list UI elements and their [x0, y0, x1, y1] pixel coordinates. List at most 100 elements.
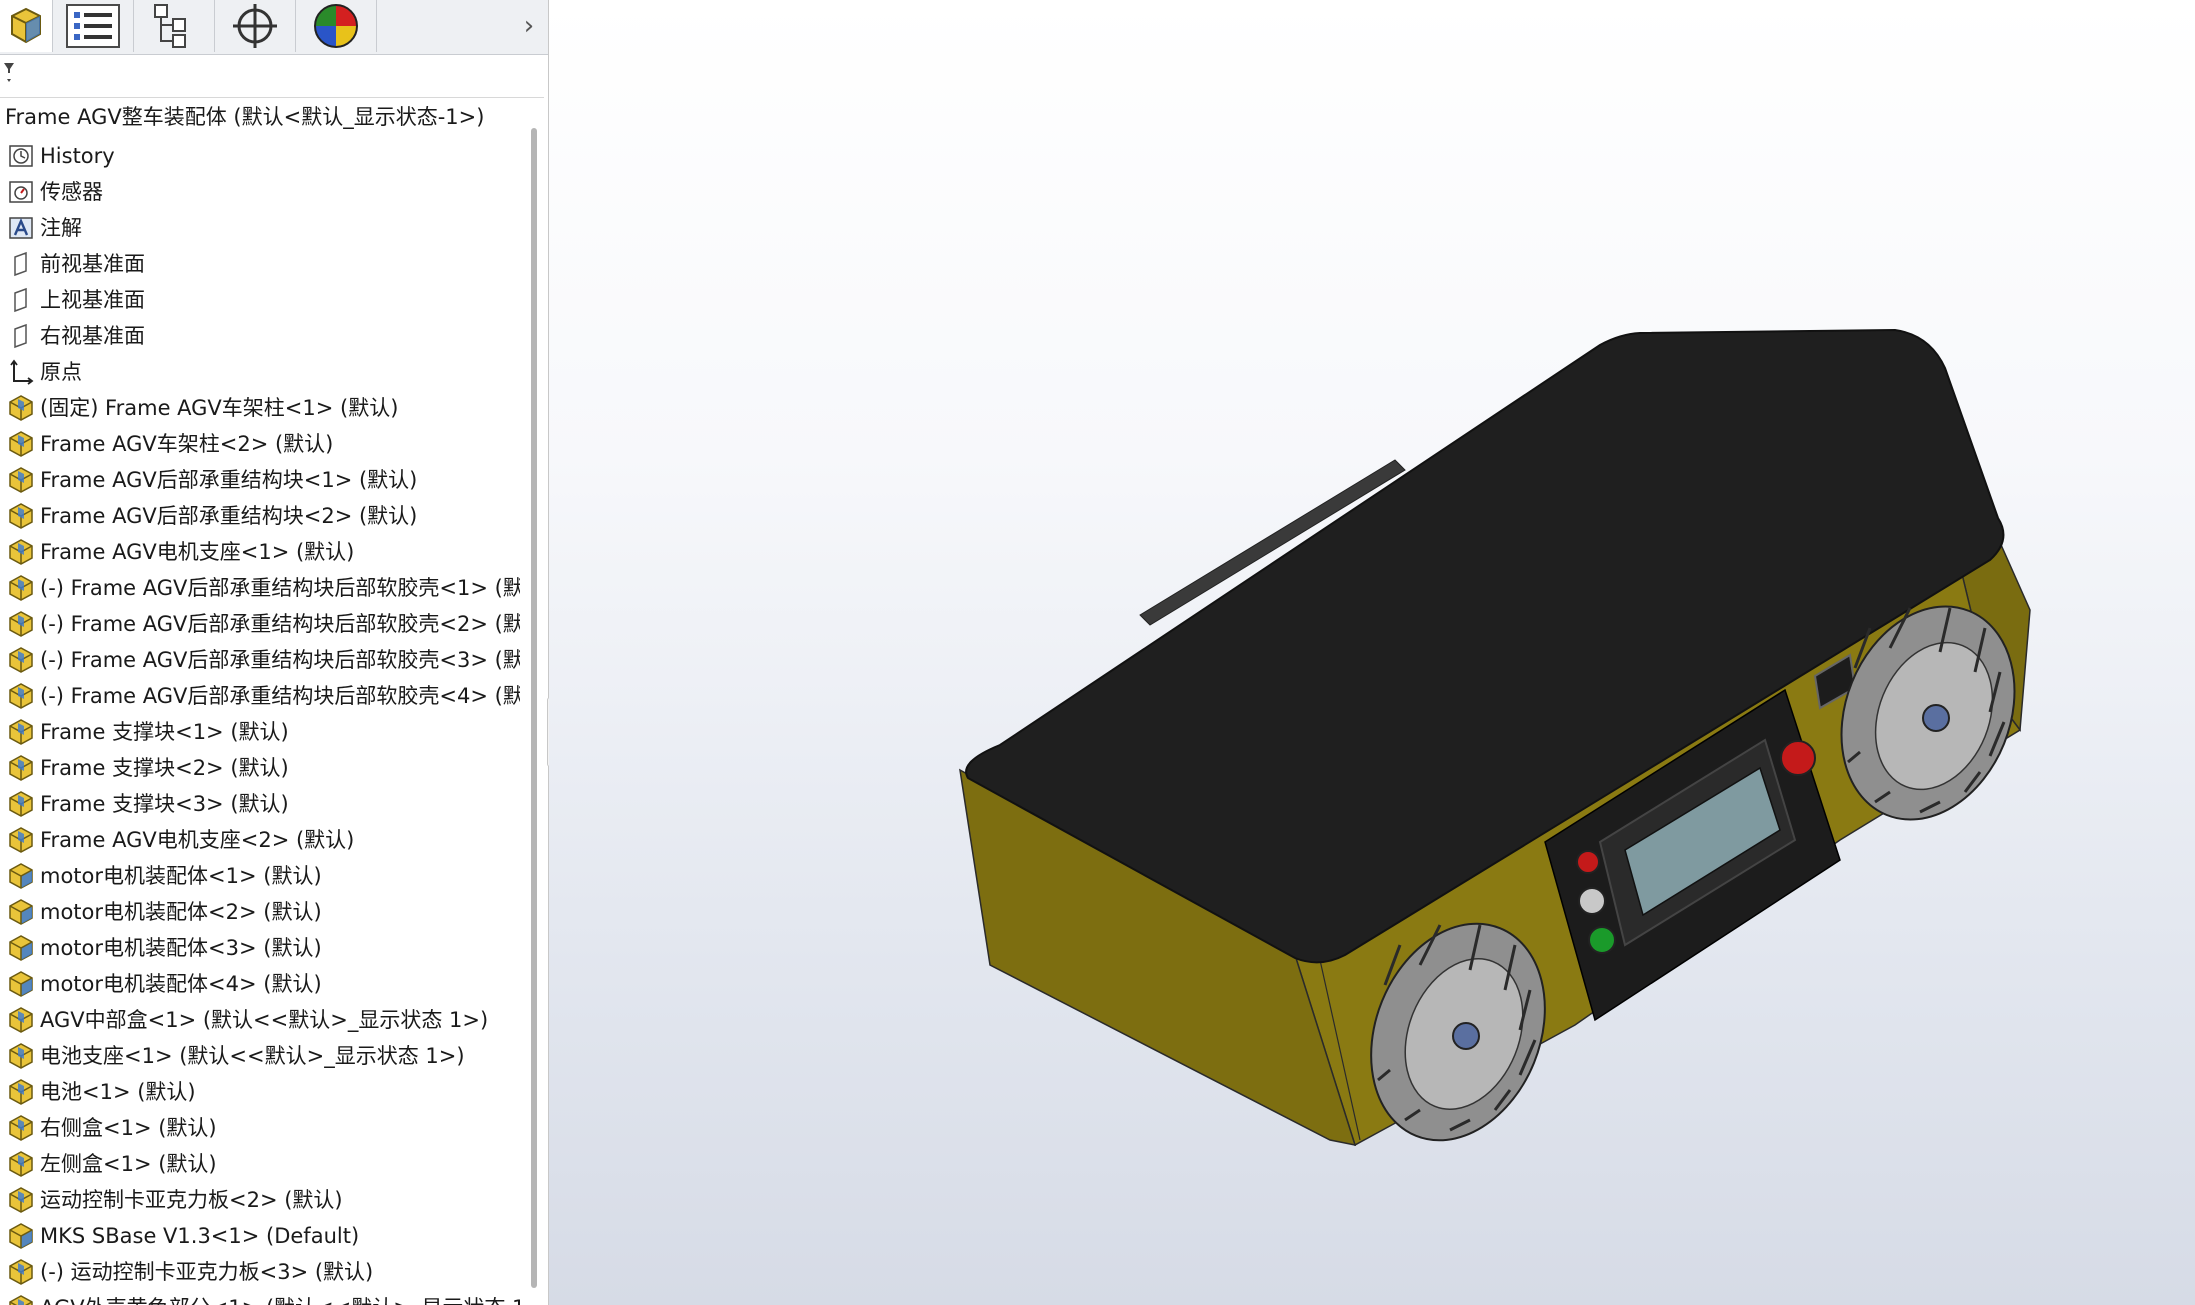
tree-item[interactable]: 右侧盒<1> (默认)	[0, 1110, 520, 1146]
tree-item[interactable]: motor电机装配体<3> (默认)	[0, 930, 520, 966]
part-icon	[6, 609, 36, 639]
tree-item[interactable]: (固定) Frame AGV车架柱<1> (默认)	[0, 390, 520, 426]
history-icon	[6, 141, 36, 171]
tab-configuration-manager[interactable]	[134, 0, 215, 52]
tree-item-label: 传感器	[40, 180, 103, 204]
tree-item-label: 左侧盒<1> (默认)	[40, 1152, 217, 1176]
assembly-icon	[6, 1221, 36, 1251]
part-icon	[6, 681, 36, 711]
feature-tree[interactable]: Frame AGV整车装配体 (默认<默认_显示状态-1>) History 传感…	[0, 98, 520, 1305]
part-icon	[6, 645, 36, 675]
tree-item-label: Frame 支撑块<3> (默认)	[40, 792, 289, 816]
part-icon	[6, 537, 36, 567]
tree-item[interactable]: Frame AGV后部承重结构块<2> (默认)	[0, 498, 520, 534]
tree-item[interactable]: 注解	[0, 210, 520, 246]
tree-item-label: Frame AGV后部承重结构块<2> (默认)	[40, 504, 418, 528]
tree-item[interactable]: Frame 支撑块<2> (默认)	[0, 750, 520, 786]
more-tabs-arrow[interactable]: ›	[514, 8, 544, 44]
tree-item-label: 电池<1> (默认)	[40, 1080, 196, 1104]
tree-item[interactable]: Frame 支撑块<3> (默认)	[0, 786, 520, 822]
tree-item[interactable]: Frame 支撑块<1> (默认)	[0, 714, 520, 750]
tree-item-label: Frame 支撑块<1> (默认)	[40, 720, 289, 744]
tree-item[interactable]: AGV中部盒<1> (默认<<默认>_显示状态 1>)	[0, 1002, 520, 1038]
assembly-icon	[6, 861, 36, 891]
tree-item[interactable]: (-) Frame AGV后部承重结构块后部软胶壳<4> (默认	[0, 678, 520, 714]
tree-item-label: Frame AGV后部承重结构块<1> (默认)	[40, 468, 418, 492]
sensor-icon	[6, 177, 36, 207]
tree-item[interactable]: 右视基准面	[0, 318, 520, 354]
part-icon	[6, 429, 36, 459]
configuration-manager-icon	[154, 4, 186, 48]
part-icon	[6, 1113, 36, 1143]
part-icon	[6, 789, 36, 819]
tree-item-label: MKS SBase V1.3<1> (Default)	[40, 1224, 360, 1248]
tree-item-label: Frame 支撑块<2> (默认)	[40, 756, 289, 780]
tree-item-label: (-) Frame AGV后部承重结构块后部软胶壳<4> (默认	[40, 684, 520, 708]
part-icon	[6, 573, 36, 603]
tree-item-label: 原点	[40, 360, 82, 384]
tab-dimxpert-manager[interactable]	[215, 0, 296, 52]
tree-item-label: (-) 运动控制卡亚克力板<3> (默认)	[40, 1260, 374, 1284]
part-icon	[6, 1293, 36, 1305]
tree-item-label: Frame AGV电机支座<2> (默认)	[40, 828, 355, 852]
feature-manager-panel: › Frame AGV整车装配体 (默认<默认_显示状态-1>) History…	[0, 0, 549, 1305]
tree-item[interactable]: Frame AGV车架柱<2> (默认)	[0, 426, 520, 462]
plane-icon	[6, 321, 36, 351]
agv-assembly-model[interactable]	[549, 0, 2195, 1305]
tree-item[interactable]: 电池支座<1> (默认<<默认>_显示状态 1>)	[0, 1038, 520, 1074]
tree-item[interactable]: 原点	[0, 354, 520, 390]
tree-item[interactable]: 运动控制卡亚克力板<2> (默认)	[0, 1182, 520, 1218]
tree-root-assembly[interactable]: Frame AGV整车装配体 (默认<默认_显示状态-1>)	[5, 102, 484, 132]
tab-display-manager[interactable]	[296, 0, 377, 52]
tree-item-label: 上视基准面	[40, 288, 145, 312]
graphics-viewport[interactable]	[549, 0, 2195, 1305]
part-icon	[6, 393, 36, 423]
tree-item[interactable]: 前视基准面	[0, 246, 520, 282]
tree-item[interactable]: Frame AGV电机支座<1> (默认)	[0, 534, 520, 570]
tree-item[interactable]: History	[0, 138, 520, 174]
tree-item[interactable]: Frame AGV后部承重结构块<1> (默认)	[0, 462, 520, 498]
part-icon	[6, 501, 36, 531]
tree-item[interactable]: 上视基准面	[0, 282, 520, 318]
emergency-stop-button	[1576, 850, 1600, 874]
tree-item[interactable]: 传感器	[0, 174, 520, 210]
tree-item-label: History	[40, 144, 115, 168]
tab-feature-manager[interactable]	[0, 0, 53, 52]
tree-item-label: (-) Frame AGV后部承重结构块后部软胶壳<1> (默认	[40, 576, 520, 600]
tree-item[interactable]: AGV外壳黄色部分<1> (默认<<默认>_显示状态 1>	[0, 1290, 520, 1305]
tree-item[interactable]: Frame AGV电机支座<2> (默认)	[0, 822, 520, 858]
filter-bar[interactable]	[0, 55, 544, 98]
part-icon	[6, 465, 36, 495]
tree-item-label: AGV中部盒<1> (默认<<默认>_显示状态 1>)	[40, 1008, 489, 1032]
tree-item[interactable]: MKS SBase V1.3<1> (Default)	[0, 1218, 520, 1254]
tree-item[interactable]: 左侧盒<1> (默认)	[0, 1146, 520, 1182]
part-icon	[6, 1185, 36, 1215]
display-manager-icon	[314, 4, 358, 48]
part-icon	[6, 717, 36, 747]
plane-icon	[6, 249, 36, 279]
tree-item-label: 运动控制卡亚克力板<2> (默认)	[40, 1188, 343, 1212]
part-icon	[6, 1257, 36, 1287]
tree-item[interactable]: (-) Frame AGV后部承重结构块后部软胶壳<2> (默认	[0, 606, 520, 642]
tree-item[interactable]: (-) Frame AGV后部承重结构块后部软胶壳<1> (默认	[0, 570, 520, 606]
tree-item[interactable]: motor电机装配体<1> (默认)	[0, 858, 520, 894]
filter-icon[interactable]	[2, 61, 16, 87]
tree-items: History 传感器注解 前视基准面上视基准面右视基准面原点 (固定) Frame …	[0, 138, 520, 1305]
part-icon	[6, 1005, 36, 1035]
tree-item[interactable]: (-) Frame AGV后部承重结构块后部软胶壳<3> (默认	[0, 642, 520, 678]
tab-property-manager[interactable]	[53, 0, 134, 52]
tree-item[interactable]: motor电机装配体<2> (默认)	[0, 894, 520, 930]
origin-icon	[6, 357, 36, 387]
tree-item-label: (-) Frame AGV后部承重结构块后部软胶壳<3> (默认	[40, 648, 520, 672]
tree-scrollbar-thumb[interactable]	[531, 128, 537, 1288]
tree-item[interactable]: (-) 运动控制卡亚克力板<3> (默认)	[0, 1254, 520, 1290]
tree-item-label: 右侧盒<1> (默认)	[40, 1116, 217, 1140]
tree-item-label: (-) Frame AGV后部承重结构块后部软胶壳<2> (默认	[40, 612, 520, 636]
part-icon	[6, 1077, 36, 1107]
part-icon	[6, 1041, 36, 1071]
tree-item-label: 电池支座<1> (默认<<默认>_显示状态 1>)	[40, 1044, 465, 1068]
tree-item[interactable]: 电池<1> (默认)	[0, 1074, 520, 1110]
panel-tab-bar: ›	[0, 0, 548, 55]
part-icon	[6, 753, 36, 783]
tree-item[interactable]: motor电机装配体<4> (默认)	[0, 966, 520, 1002]
